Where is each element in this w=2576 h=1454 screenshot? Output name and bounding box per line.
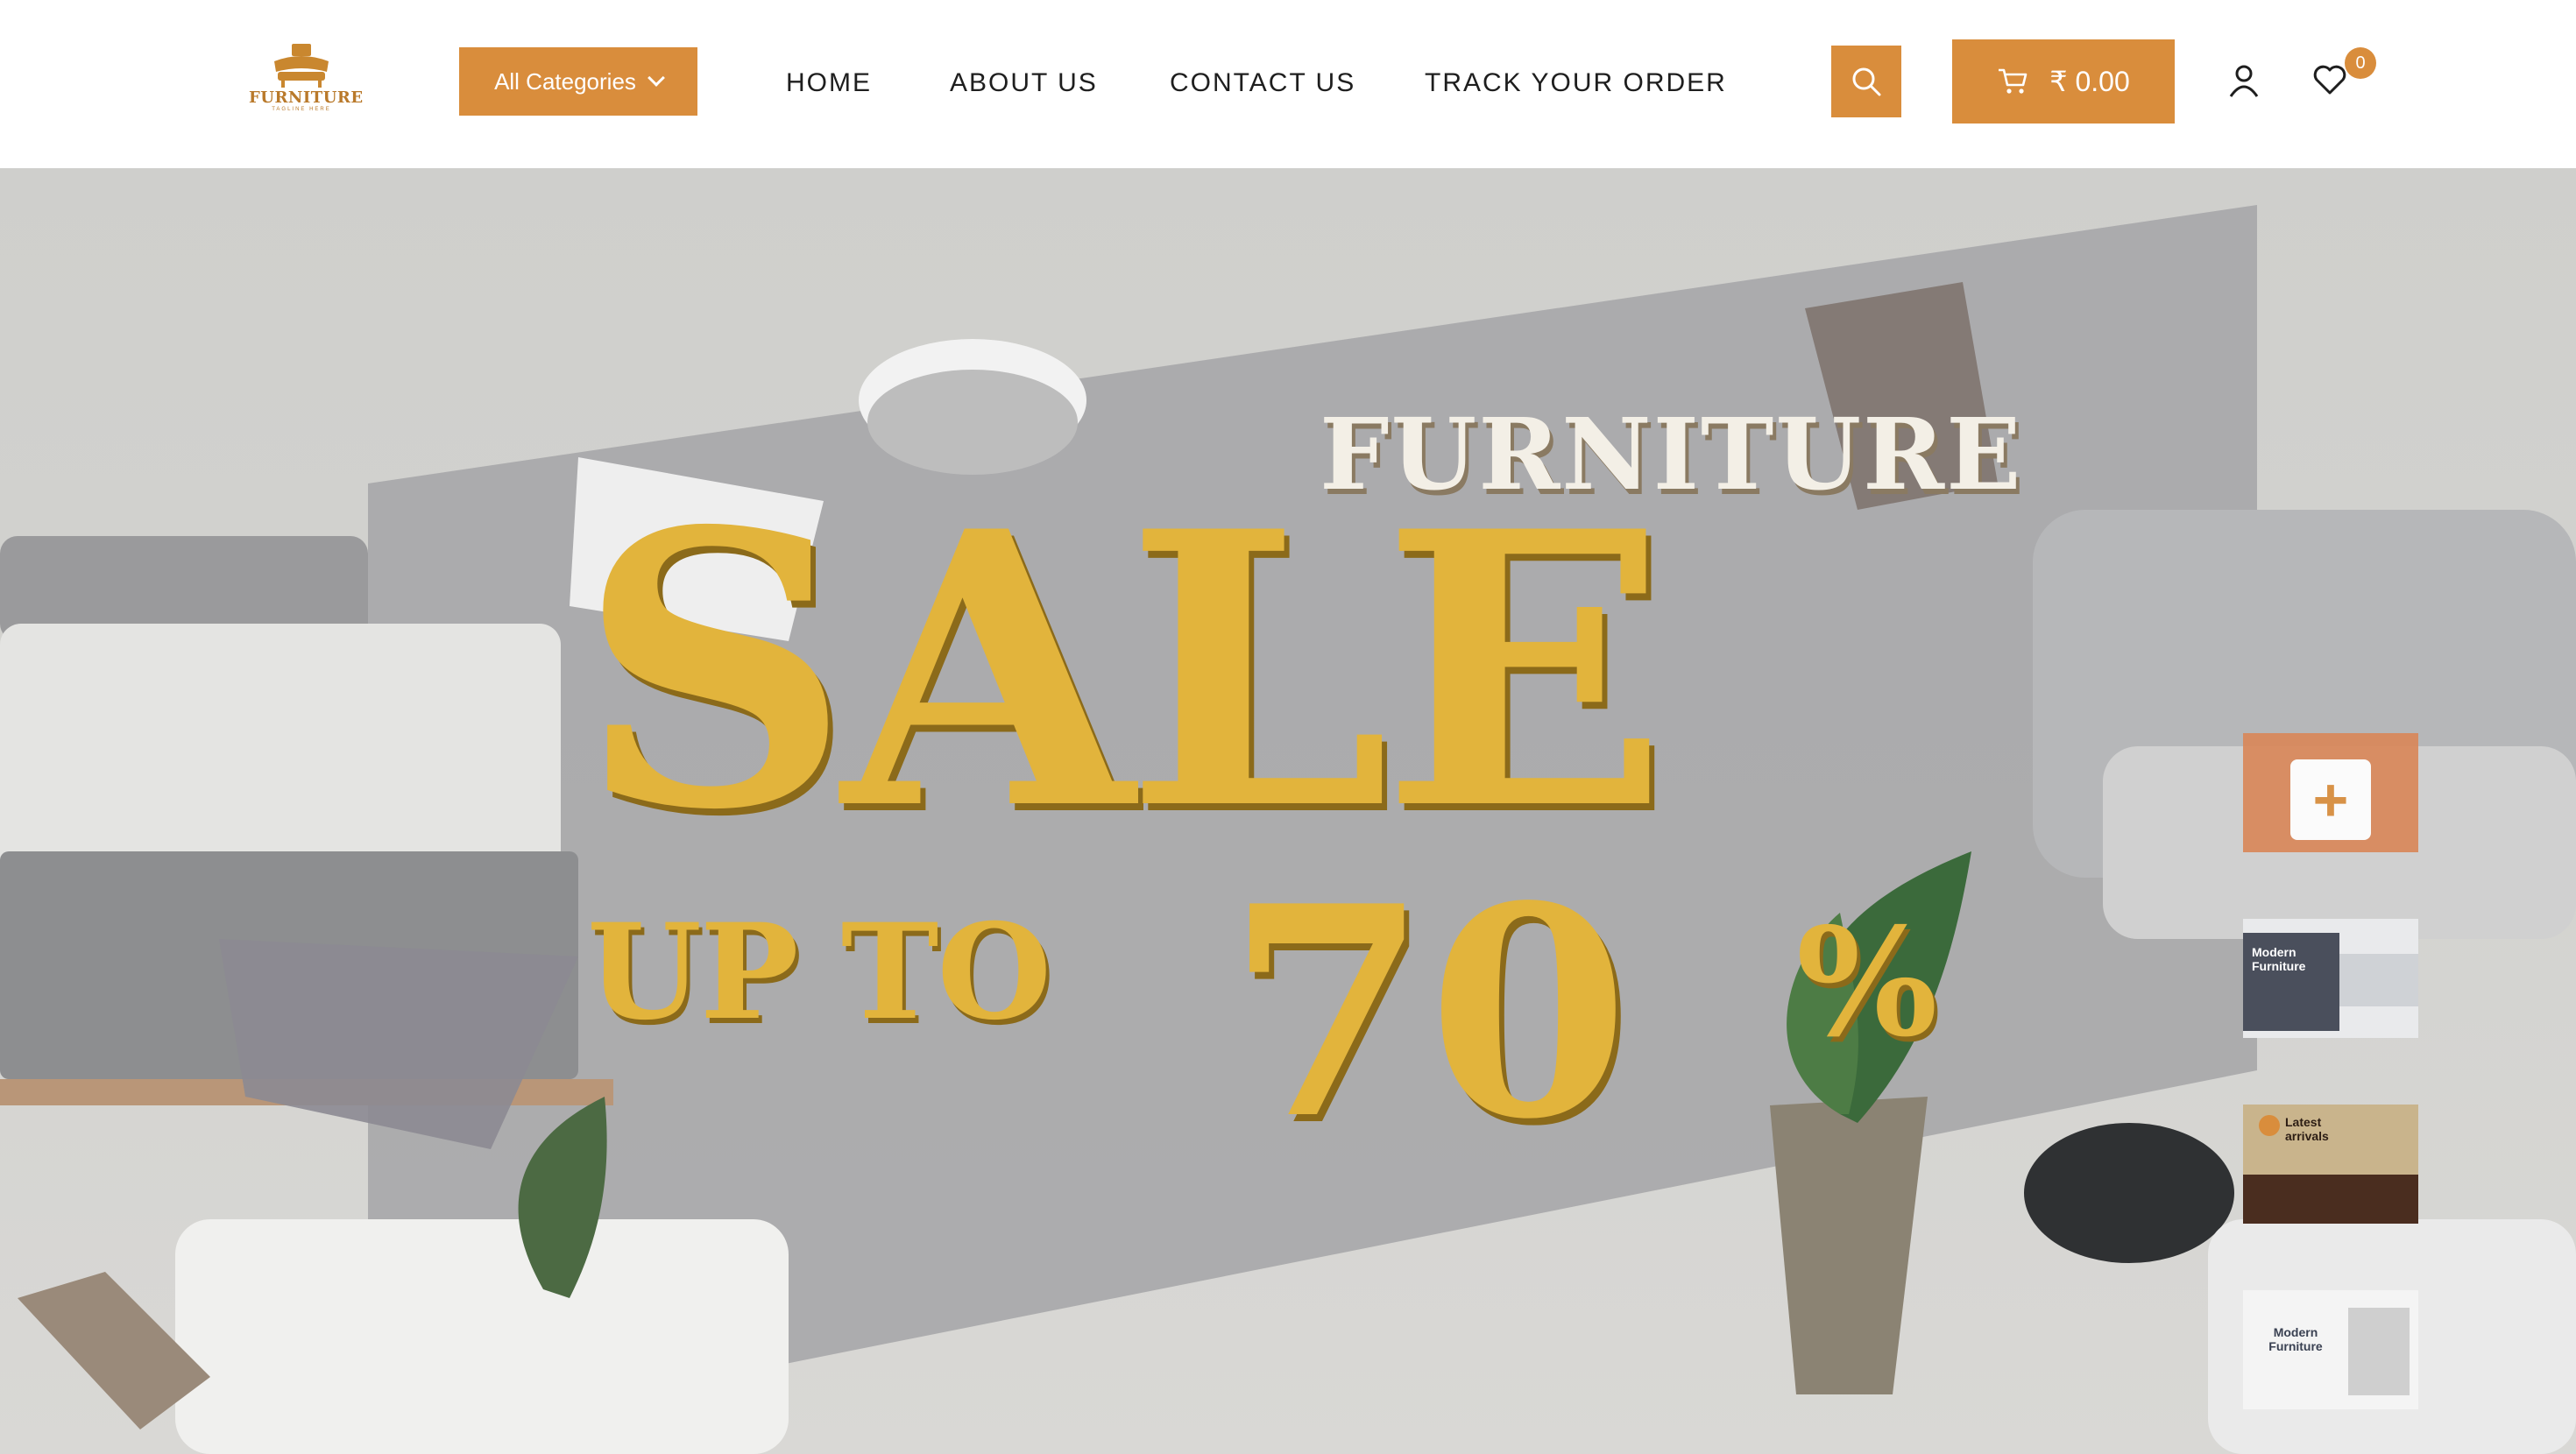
site-header: FURNITURE TAGLINE HERE All Categories HO… (0, 0, 2576, 168)
cart-button[interactable]: ₹ 0.00 (1952, 39, 2175, 124)
hero-discount-number: 70 (1227, 843, 1630, 1182)
thumbnail-title: Latest arrivals (2285, 1115, 2329, 1143)
brand-tagline: TAGLINE HERE (272, 107, 331, 112)
user-account-button[interactable] (2227, 63, 2261, 102)
thumbnail-latest-arrivals[interactable]: Latest arrivals (2243, 1105, 2418, 1224)
heart-icon (2313, 65, 2346, 95)
cart-total: ₹ 0.00 (2049, 66, 2130, 97)
wishlist-count-badge: 0 (2345, 47, 2376, 79)
user-icon (2229, 65, 2259, 97)
hero-title-sale: SALE (578, 450, 1668, 893)
brand-name: FURNITURE (249, 88, 364, 107)
nav-track-order[interactable]: TRACK YOUR ORDER (1425, 68, 1727, 98)
nav-contact-us[interactable]: CONTACT US (1170, 68, 1355, 98)
armchair-logo-icon (274, 44, 329, 88)
nav-about-us[interactable]: ABOUT US (950, 68, 1098, 98)
search-button[interactable] (1831, 46, 1901, 117)
cart-icon (1999, 68, 2028, 94)
thumbnail-add[interactable]: + (2243, 733, 2418, 852)
all-categories-label: All Categories (494, 67, 636, 95)
nav-home[interactable]: HOME (786, 68, 872, 98)
hero-up-to: UP TO (587, 895, 1051, 1049)
chevron-down-icon (648, 69, 665, 87)
brand-logo[interactable]: FURNITURE TAGLINE HERE (249, 42, 364, 121)
thumbnail-modern-furniture-1[interactable]: Modern Furniture (2243, 919, 2418, 1038)
hero-percent-sign: % (1796, 895, 1938, 1070)
thumbnail-modern-furniture-2[interactable]: Modern Furniture (2243, 1290, 2418, 1409)
thumbnail-title: Modern Furniture (2252, 945, 2306, 973)
plus-icon: + (2290, 759, 2371, 840)
wishlist-button[interactable] (2311, 63, 2348, 101)
all-categories-button[interactable]: All Categories (459, 47, 697, 116)
search-icon (1852, 67, 1881, 96)
thumbnail-title: Modern Furniture (2268, 1325, 2323, 1353)
hero-banner[interactable]: FURNITURE SALE UP TO 70 % + Modern Furni… (0, 168, 2576, 1454)
